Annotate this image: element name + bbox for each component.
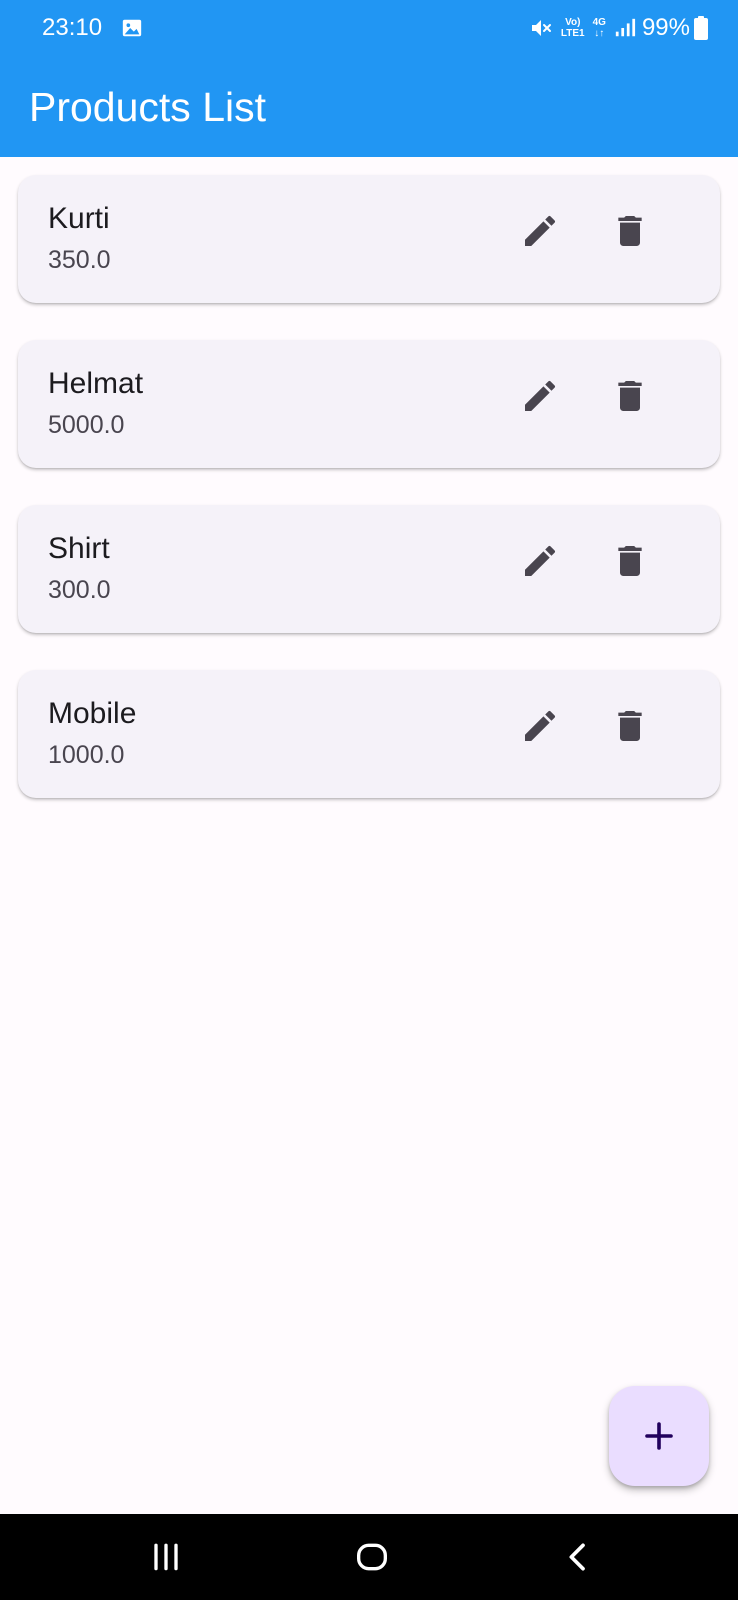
add-product-button[interactable]	[609, 1386, 709, 1486]
edit-icon	[525, 545, 556, 576]
network-indicator: 4G ↓↑	[593, 17, 606, 39]
plus-icon	[645, 1422, 673, 1450]
product-price: 350.0	[48, 246, 111, 274]
battery-icon	[694, 16, 708, 40]
delete-button[interactable]	[606, 702, 654, 750]
edit-icon	[525, 215, 556, 246]
product-list: Kurti 350.0 Helmat 5000.0 Shirt 300.0 Mo…	[18, 175, 720, 835]
status-indicators: Vo) LTE1 4G ↓↑ 99%	[529, 12, 708, 44]
network-arrows: ↓↑	[594, 28, 605, 39]
edit-icon	[525, 710, 556, 741]
delete-icon	[618, 546, 642, 576]
product-price: 1000.0	[48, 741, 125, 769]
product-name: Kurti	[48, 202, 110, 235]
delete-icon	[618, 381, 642, 411]
product-card[interactable]: Kurti 350.0	[18, 175, 720, 303]
edit-icon	[525, 380, 556, 411]
product-price: 300.0	[48, 576, 111, 604]
edit-button[interactable]	[516, 537, 564, 585]
recents-button[interactable]	[141, 1532, 191, 1582]
product-name: Mobile	[48, 697, 137, 730]
product-card[interactable]: Shirt 300.0	[18, 505, 720, 633]
mute-icon	[531, 20, 551, 36]
edit-button[interactable]	[516, 702, 564, 750]
app-bar: Products List	[0, 56, 738, 157]
product-card[interactable]: Helmat 5000.0	[18, 340, 720, 468]
volte-indicator: Vo) LTE1	[561, 17, 585, 39]
delete-icon	[618, 216, 642, 246]
gallery-icon	[122, 19, 142, 37]
product-price: 5000.0	[48, 411, 125, 439]
delete-button[interactable]	[606, 207, 654, 255]
page-title: Products List	[29, 84, 266, 130]
edit-button[interactable]	[516, 372, 564, 420]
product-card[interactable]: Mobile 1000.0	[18, 670, 720, 798]
status-time: 23:10	[42, 14, 103, 41]
home-button[interactable]	[347, 1532, 397, 1582]
battery-percent: 99%	[641, 14, 690, 41]
system-nav-bar	[0, 1514, 738, 1600]
back-button[interactable]	[553, 1532, 603, 1582]
home-icon	[357, 1543, 387, 1571]
status-bar: 23:10 Vo) LTE1 4G ↓↑ 99%	[0, 0, 738, 56]
product-name: Helmat	[48, 367, 144, 400]
volte-bottom: LTE1	[560, 28, 585, 39]
network-type: 4G	[592, 17, 606, 28]
delete-icon	[618, 711, 642, 741]
product-name: Shirt	[48, 532, 110, 565]
signal-icon	[615, 18, 636, 37]
delete-button[interactable]	[606, 372, 654, 420]
delete-button[interactable]	[606, 537, 654, 585]
edit-button[interactable]	[516, 207, 564, 255]
volte-top: Vo)	[565, 17, 581, 28]
back-icon	[569, 1543, 585, 1571]
recents-icon	[154, 1543, 178, 1571]
